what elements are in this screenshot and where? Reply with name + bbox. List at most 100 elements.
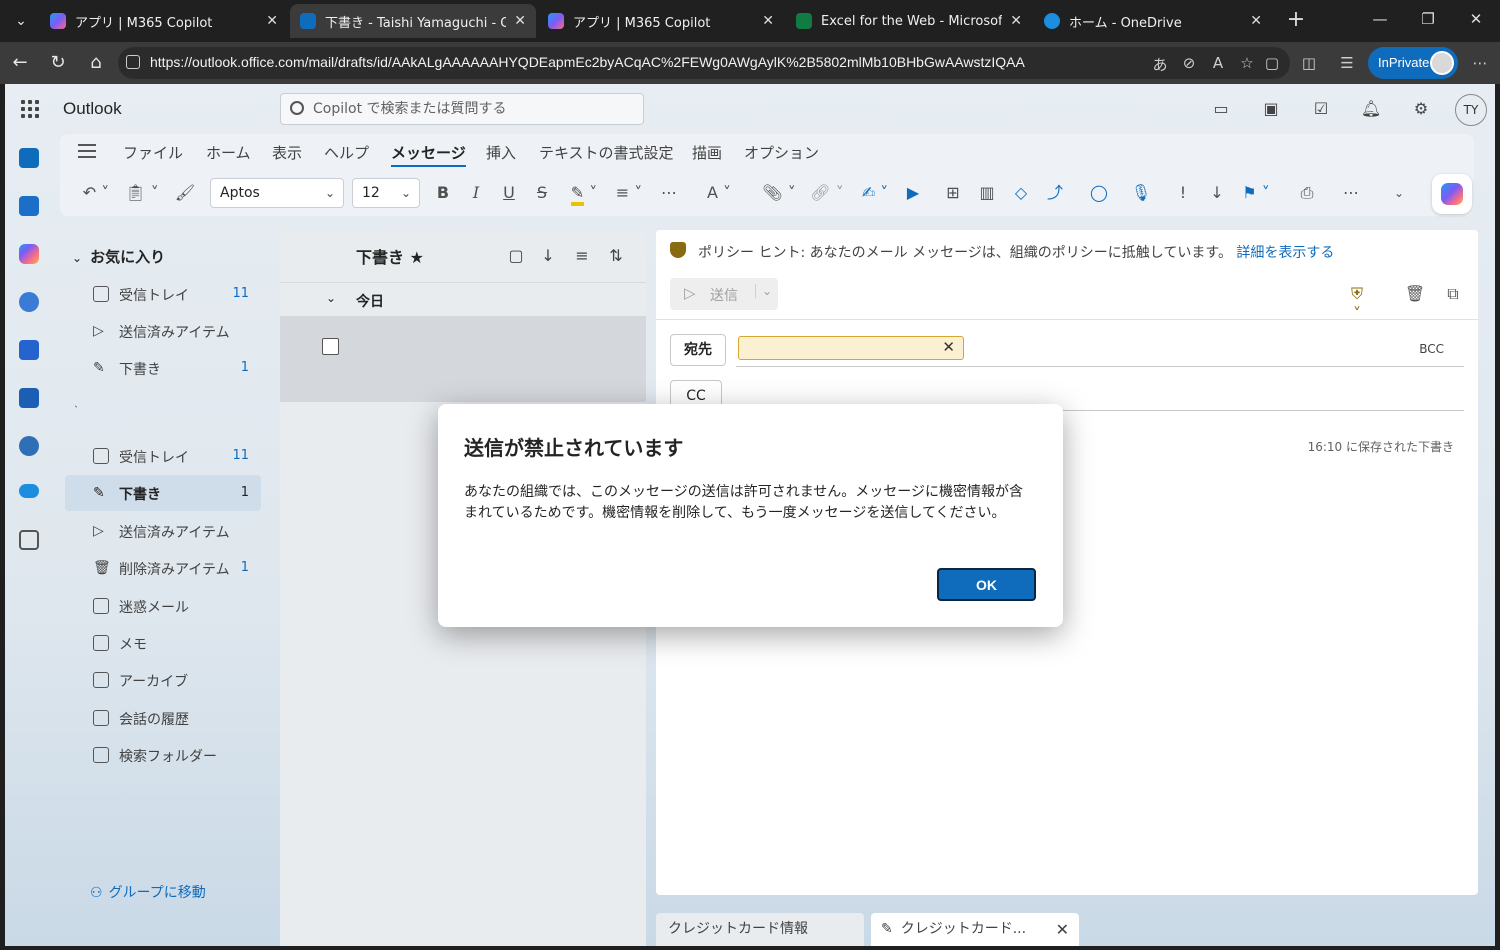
list-item[interactable] <box>280 316 646 402</box>
tab-draw[interactable]: 描画 <box>692 142 722 163</box>
tracking-prevention-icon[interactable]: ⊘ <box>1179 54 1199 72</box>
account-chevron-icon[interactable]: ˴ <box>74 398 78 412</box>
chevron-down-icon[interactable]: ⌄ <box>754 284 772 298</box>
link-icon[interactable]: 🔗︎ ˅ <box>808 180 846 206</box>
attach-icon[interactable]: 📎︎ ˅ <box>760 180 798 206</box>
url-field[interactable]: https://outlook.office.com/mail/drafts/i… <box>118 47 1290 79</box>
app-launcher-icon[interactable] <box>21 100 39 118</box>
tab-credit-card-info[interactable]: クレジットカード情報 <box>656 913 864 946</box>
font-size-select[interactable]: 12 ⌄ <box>352 178 420 208</box>
tab-actions-chevron-icon[interactable]: ⌄ <box>8 8 34 34</box>
window-close-icon[interactable]: ✕ <box>1466 10 1486 28</box>
highlight-icon[interactable]: ✎ ˅ <box>565 180 603 206</box>
browser-tab-excel[interactable]: Excel for the Web - Microsoft 365 ✕ <box>786 4 1032 38</box>
people-icon[interactable] <box>19 292 39 312</box>
discard-trash-icon[interactable]: 🗑︎ <box>1404 284 1426 303</box>
search-input[interactable]: Copilot で検索または質問する <box>280 93 644 125</box>
browser-tab-copilot-2[interactable]: アプリ | M365 Copilot ✕ <box>538 4 784 38</box>
print-icon[interactable]: ⎙ <box>1296 180 1318 206</box>
folder-notes[interactable]: メモ <box>65 625 261 661</box>
my-day-icon[interactable]: ☑ <box>1310 98 1332 120</box>
copilot-icon[interactable] <box>19 244 39 264</box>
home-icon[interactable]: ⌂ <box>84 51 108 75</box>
back-arrow-icon[interactable]: ← <box>8 51 32 75</box>
editor-icon[interactable]: ◯ <box>1088 180 1110 206</box>
onenote-icon[interactable]: ▣ <box>1260 98 1282 120</box>
go-to-groups-link[interactable]: ⚇ グループに移動 <box>90 882 206 902</box>
calendar-icon[interactable] <box>19 196 39 216</box>
files-icon[interactable] <box>19 388 39 408</box>
tab-help[interactable]: ヘルプ <box>324 142 369 163</box>
browser-tab-copilot-1[interactable]: アプリ | M365 Copilot ✕ <box>40 4 288 38</box>
folder-conversation-history[interactable]: 会話の履歴 <box>65 700 261 736</box>
ok-button[interactable]: OK <box>937 568 1036 601</box>
high-importance-icon[interactable]: ! <box>1172 180 1194 206</box>
refresh-icon[interactable]: ↻ <box>46 51 70 75</box>
favorite-star-icon[interactable]: ☆ <box>1237 54 1257 72</box>
select-checkbox[interactable] <box>322 338 339 355</box>
expand-ribbon-chevron-icon[interactable]: ⌄ <box>1388 180 1410 206</box>
restore-icon[interactable]: ❐ <box>1418 10 1438 28</box>
account-avatar[interactable]: TY <box>1455 94 1487 126</box>
favorite-star-icon[interactable]: ★ <box>410 248 424 267</box>
folder-junk[interactable]: 迷惑メール <box>65 588 261 624</box>
more-options-icon[interactable]: ⋯ <box>1470 54 1490 72</box>
notification-bell-icon[interactable]: 🔔︎ <box>1360 98 1382 120</box>
collections-icon[interactable]: ▢ <box>1262 54 1282 72</box>
policy-details-link[interactable]: 詳細を表示する <box>1236 245 1334 261</box>
split-screen-icon[interactable]: ◫ <box>1299 54 1319 72</box>
message-group-today[interactable]: ⌄ 今日 <box>280 282 646 316</box>
jump-to-icon[interactable]: ↓ <box>538 246 558 265</box>
read-aloud-icon[interactable]: A <box>1208 54 1228 72</box>
remove-recipient-close-icon[interactable]: ✕ <box>942 338 955 356</box>
folder-search-folders[interactable]: 検索フォルダー <box>65 737 261 773</box>
favorite-drafts[interactable]: ✎ 下書き 1 <box>65 350 261 386</box>
strikethrough-icon[interactable]: S <box>531 180 553 206</box>
copilot-button[interactable] <box>1432 174 1472 214</box>
collapse-nav-menu-icon[interactable] <box>78 144 96 158</box>
format-painter-icon[interactable]: 🖌︎ <box>174 180 196 206</box>
close-icon[interactable]: ✕ <box>762 13 774 29</box>
close-icon[interactable]: ✕ <box>1056 913 1069 946</box>
paste-icon[interactable]: 📋︎ ˅ <box>124 180 160 206</box>
close-icon[interactable]: ✕ <box>266 13 278 29</box>
favorites-list-icon[interactable]: ☰ <box>1337 54 1357 72</box>
tab-home[interactable]: ホーム <box>206 142 251 163</box>
close-icon[interactable]: ✕ <box>1250 13 1262 29</box>
mail-icon[interactable] <box>19 148 39 168</box>
onedrive-icon[interactable] <box>19 484 39 498</box>
more-apps-icon[interactable] <box>19 530 39 550</box>
tab-credit-card-draft[interactable]: ✎ クレジットカード... ✕ <box>871 913 1079 946</box>
select-icon[interactable]: ▢ <box>506 246 526 265</box>
undo-icon[interactable]: ↶ ˅ <box>78 180 114 206</box>
tab-message[interactable]: メッセージ <box>391 142 466 167</box>
more-options-icon[interactable]: ⋯ <box>1340 180 1362 206</box>
translate-icon[interactable]: あ <box>1150 54 1170 75</box>
browser-tab-onedrive[interactable]: ホーム - OneDrive ✕ <box>1034 4 1272 38</box>
folder-deleted-items[interactable]: 🗑︎ 削除済みアイテム 1 <box>65 550 261 586</box>
lock-icon[interactable] <box>126 55 140 69</box>
close-icon[interactable]: ✕ <box>1010 13 1022 29</box>
recipient-chip[interactable]: ✕ <box>738 336 964 360</box>
pop-out-icon[interactable]: ⧉ <box>1442 284 1464 304</box>
low-importance-icon[interactable]: ↓ <box>1206 180 1228 206</box>
sensitivity-icon[interactable]: ⚑ ˅ <box>1236 180 1276 206</box>
font-name-select[interactable]: Aptos ⌄ <box>210 178 344 208</box>
to-field[interactable] <box>736 366 1464 367</box>
teams-chat-icon[interactable]: ▭ <box>1210 98 1232 120</box>
minimize-icon[interactable]: — <box>1370 10 1390 28</box>
apps-grid-icon[interactable]: ⊞ <box>942 180 964 206</box>
teams-meeting-icon[interactable]: ▶ <box>902 180 924 206</box>
sort-icon[interactable]: ⇅ <box>606 246 626 265</box>
folder-drafts[interactable]: ✎ 下書き 1 <box>65 475 261 511</box>
org-explorer-icon[interactable] <box>19 436 39 456</box>
dictate-mic-icon[interactable]: 🎙︎ <box>1130 180 1152 206</box>
bold-icon[interactable]: B <box>432 180 454 206</box>
settings-gear-icon[interactable]: ⚙ <box>1410 98 1432 120</box>
browser-tab-outlook-drafts[interactable]: 下書き - Taishi Yamaguchi - Outlook ✕ <box>290 4 536 38</box>
sensitivity-shield-icon[interactable]: ⛨ ˅ <box>1346 284 1368 323</box>
folder-inbox[interactable]: 受信トレイ 11 <box>65 438 261 474</box>
insights-chart-icon[interactable]: ▥ <box>976 180 998 206</box>
signature-icon[interactable]: ✍︎ ˅ <box>856 180 894 206</box>
italic-icon[interactable]: I <box>465 180 487 206</box>
